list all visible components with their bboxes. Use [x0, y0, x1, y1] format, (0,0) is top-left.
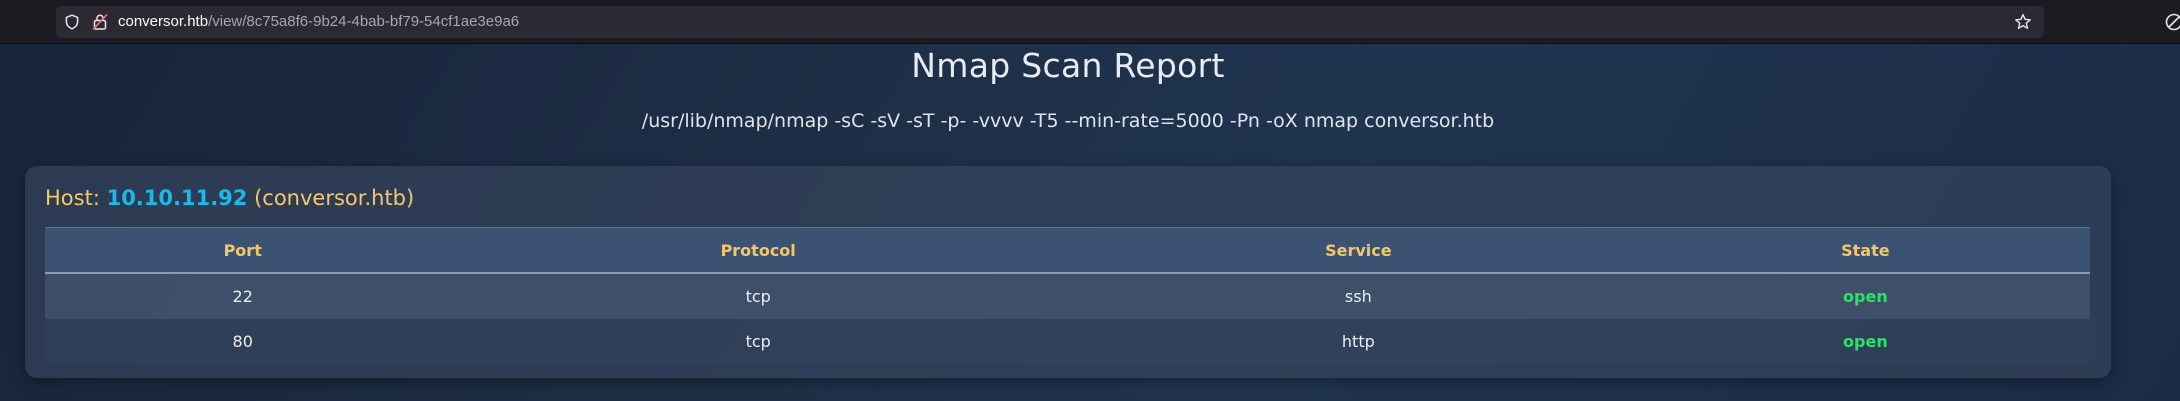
cell-state: open	[1640, 273, 2090, 319]
host-ip: 10.10.11.92	[106, 186, 248, 210]
header-port: Port	[45, 227, 441, 274]
url-host: conversor.htb	[118, 13, 209, 30]
scan-command: /usr/lib/nmap/nmap -sC -sV -sT -p- -vvvv…	[641, 110, 1495, 132]
header-state: State	[1640, 227, 2090, 274]
url-text[interactable]: conversor.htb/view/8c75a8f6-9b24-4bab-bf…	[118, 6, 519, 38]
table-header-row: Port Protocol Service State	[45, 227, 2090, 274]
host-heading: Host: 10.10.11.92 (conversor.htb)	[45, 186, 414, 210]
shield-icon[interactable]	[64, 14, 80, 30]
cell-port: 80	[45, 319, 441, 364]
page-content: Nmap Scan Report /usr/lib/nmap/nmap -sC …	[0, 44, 2180, 401]
extension-icon[interactable]	[2164, 12, 2180, 32]
page-title: Nmap Scan Report	[911, 46, 1225, 85]
cell-state: open	[1640, 319, 2090, 364]
host-hostname: (conversor.htb)	[254, 186, 415, 210]
browser-toolbar: conversor.htb/view/8c75a8f6-9b24-4bab-bf…	[0, 0, 2180, 44]
table-row: 22 tcp ssh open	[45, 273, 2090, 319]
url-path: /view/8c75a8f6-9b24-4bab-bf79-54cf1ae3e9…	[208, 13, 520, 30]
lock-icon[interactable]	[92, 13, 108, 31]
ports-table: Port Protocol Service State 22 tcp ssh o…	[45, 227, 2090, 364]
header-service: Service	[1075, 227, 1641, 274]
host-card: Host: 10.10.11.92 (conversor.htb) Port P…	[25, 166, 2111, 378]
cell-protocol: tcp	[440, 273, 1076, 319]
bookmark-star-icon[interactable]	[2014, 13, 2032, 31]
cell-port: 22	[45, 273, 441, 319]
address-bar[interactable]: conversor.htb/view/8c75a8f6-9b24-4bab-bf…	[56, 6, 2044, 38]
cell-service: ssh	[1075, 273, 1641, 319]
header-protocol: Protocol	[440, 227, 1076, 274]
cell-protocol: tcp	[440, 319, 1076, 364]
table-row: 80 tcp http open	[45, 319, 2090, 364]
host-label: Host:	[45, 186, 100, 210]
cell-service: http	[1075, 319, 1641, 364]
